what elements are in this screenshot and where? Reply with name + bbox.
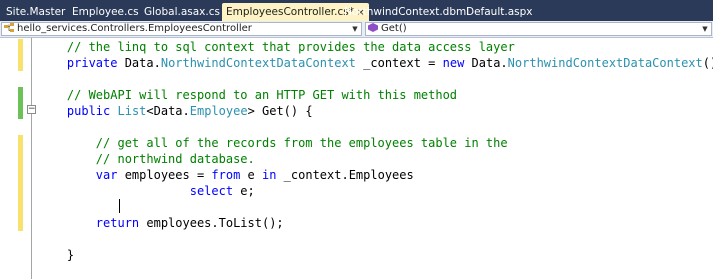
code-line: // WebAPI will respond to an HTTP GET wi… <box>66 88 458 102</box>
tab-global-asax-cs[interactable]: Global.asax.cs <box>140 3 224 21</box>
unsaved-change-marker <box>18 39 23 71</box>
code-text: // the linq to sql context that provides… <box>38 38 713 262</box>
tab-label: EmployeesController.cs* <box>226 6 354 18</box>
tab-employee-cs[interactable]: Employee.cs <box>68 3 143 21</box>
tab-label: Global.asax.cs <box>144 6 220 18</box>
tab-default-aspx[interactable]: Default.aspx <box>462 3 537 21</box>
code-line: // northwind database. <box>95 152 255 166</box>
chevron-down-icon: ▼ <box>352 25 358 33</box>
member-dropdown-value: Get() <box>381 23 407 34</box>
collapse-icon[interactable]: − <box>27 105 36 114</box>
member-dropdown[interactable]: Get() ▼ <box>365 22 712 36</box>
code-line: // get all of the records from the emplo… <box>95 136 508 150</box>
code-line: // the linq to sql context that provides… <box>66 40 515 54</box>
navigation-bar: hello_services.Controllers.EmployeesCont… <box>0 21 713 38</box>
saved-change-marker <box>18 87 23 119</box>
document-tab-bar: Site.Master Employee.cs Global.asax.cs E… <box>0 0 713 21</box>
text-caret <box>119 199 120 213</box>
class-dropdown[interactable]: hello_services.Controllers.EmployeesCont… <box>1 22 362 36</box>
code-line: return employees.ToList(); <box>95 216 284 230</box>
unsaved-change-marker <box>18 135 23 167</box>
indicator-margin <box>0 38 17 279</box>
code-line: public List<Data.Employee> Get() { <box>66 104 313 118</box>
code-line: } <box>66 248 75 262</box>
tab-label: Employee.cs <box>72 6 139 18</box>
code-line: private Data.NorthwindContextDataContext… <box>66 56 713 70</box>
class-dropdown-value: hello_services.Controllers.EmployeesCont… <box>17 23 252 34</box>
tab-site-master[interactable]: Site.Master <box>2 3 69 21</box>
code-line: var employees = from e in _context.Emplo… <box>95 168 414 182</box>
tab-label: NorthwindContext.dbml <box>344 6 470 18</box>
class-icon <box>4 23 14 32</box>
code-line: select e; <box>189 184 255 198</box>
chevron-down-icon: ▼ <box>702 25 708 33</box>
outlining-line <box>31 38 32 279</box>
tab-northwind-context-dbml[interactable]: NorthwindContext.dbml <box>340 3 473 21</box>
tab-label: Site.Master <box>6 6 66 18</box>
unsaved-change-marker <box>18 215 23 231</box>
method-icon <box>368 23 378 32</box>
unsaved-change-marker <box>18 167 23 215</box>
code-editor[interactable]: − // the linq to sql context that provid… <box>0 38 713 279</box>
tab-label: Default.aspx <box>466 6 533 18</box>
